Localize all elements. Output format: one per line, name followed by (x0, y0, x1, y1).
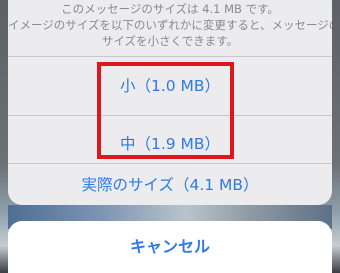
size-option-small-button[interactable]: 小（1.0 MB） (8, 56, 332, 115)
message-line-3: サイズを小さくできます。 (101, 34, 239, 48)
cancel-button[interactable]: キャンセル (8, 221, 332, 273)
size-message: このメッセージのサイズは 4.1 MB です。 イメージのサイズを以下のいずれか… (8, 0, 332, 56)
size-option-actual-button[interactable]: 実際のサイズ（4.1 MB） (8, 163, 332, 205)
message-line-2: イメージのサイズを以下のいずれかに変更すると、メッセージの (8, 18, 332, 32)
message-line-1: このメッセージのサイズは 4.1 MB です。 (61, 2, 279, 16)
image-size-action-sheet: このメッセージのサイズは 4.1 MB です。 イメージのサイズを以下のいずれか… (8, 0, 332, 205)
